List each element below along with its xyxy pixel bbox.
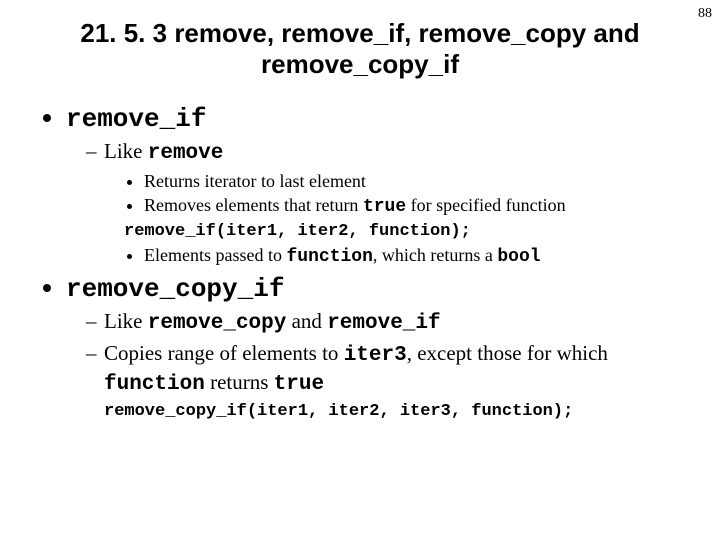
- sublist-2: Like remove_copy and remove_if Copies ra…: [66, 308, 682, 398]
- subitem-like-remove-copy: Like remove_copy and remove_if: [86, 308, 682, 337]
- bullet-remove-copy-if: remove_copy_if Like remove_copy and remo…: [66, 272, 682, 421]
- bullet-list: remove_if Like remove Returns iterator t…: [38, 102, 682, 421]
- text: Copies range of elements to: [104, 341, 344, 365]
- pt-removes-elements: Removes elements that return true for sp…: [144, 194, 682, 219]
- code-word: remove_copy: [148, 312, 287, 335]
- code-word: true: [274, 373, 324, 396]
- text: Like: [104, 139, 148, 163]
- code-word: function: [286, 247, 372, 267]
- bullet-head-1: remove_if: [66, 104, 206, 134]
- code-word: remove: [148, 142, 224, 165]
- code-word: bool: [497, 247, 540, 267]
- bullet-remove-if: remove_if Like remove Returns iterator t…: [66, 102, 682, 268]
- subitem-like-remove: Like remove Returns iterator to last ele…: [86, 138, 682, 268]
- pt-elements-passed: Elements passed to function, which retur…: [144, 244, 682, 269]
- code-remove-if: remove_if(iter1, iter2, function);: [124, 221, 682, 242]
- page-number: 88: [698, 6, 712, 22]
- code-word: function: [104, 373, 205, 396]
- text: and: [286, 309, 327, 333]
- slide-title: 21. 5. 3 remove, remove_if, remove_copy …: [38, 18, 682, 80]
- code-word: iter3: [344, 344, 407, 367]
- pt-returns-iterator: Returns iterator to last element: [144, 170, 682, 193]
- text: for specified function: [406, 195, 565, 215]
- code-remove-copy-if: remove_copy_if(iter1, iter2, iter3, func…: [104, 402, 682, 421]
- slide-content: 21. 5. 3 remove, remove_if, remove_copy …: [0, 0, 720, 421]
- text: Elements passed to: [144, 245, 286, 265]
- text: Like: [104, 309, 148, 333]
- text: returns: [205, 370, 274, 394]
- sublist-1: Like remove Returns iterator to last ele…: [66, 138, 682, 268]
- text: , which returns a: [373, 245, 497, 265]
- code-word: true: [363, 197, 406, 217]
- subsublist-2: Elements passed to function, which retur…: [104, 244, 682, 269]
- bullet-head-2: remove_copy_if: [66, 274, 284, 304]
- text: , except those for which: [407, 341, 608, 365]
- subsublist-1: Returns iterator to last element Removes…: [104, 170, 682, 219]
- subitem-copies-range: Copies range of elements to iter3, excep…: [86, 340, 682, 399]
- text: Removes elements that return: [144, 195, 363, 215]
- code-word: remove_if: [327, 312, 440, 335]
